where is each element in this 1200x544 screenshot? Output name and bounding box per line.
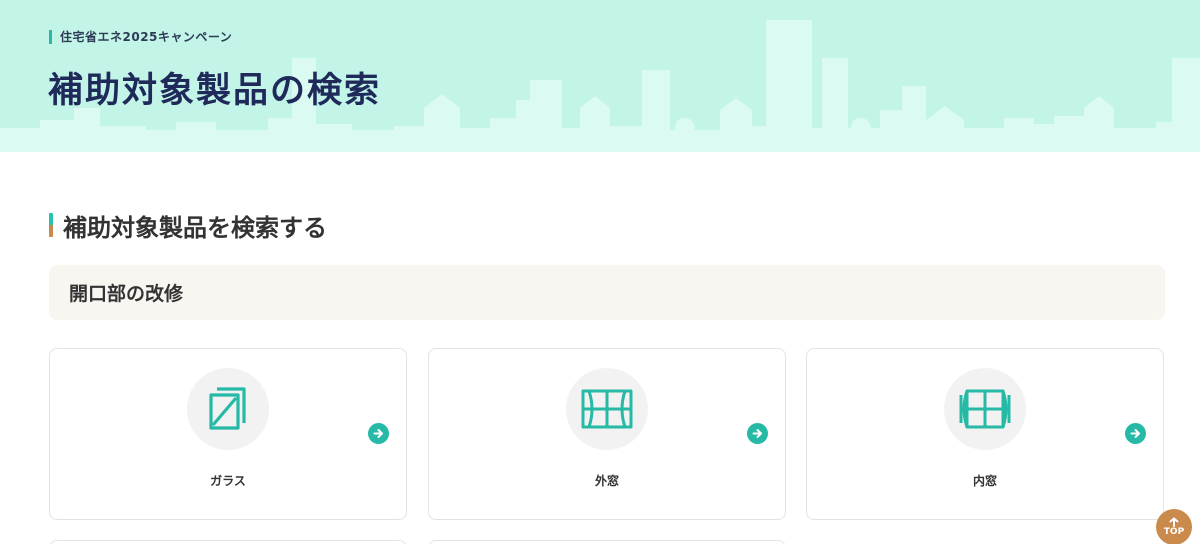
- campaign-name: 住宅省エネ2025キャンペーン: [60, 30, 233, 44]
- product-card-outer-window[interactable]: 外窓: [428, 348, 786, 520]
- inner-window-icon: [959, 389, 1011, 429]
- hero-banner: 住宅省エネ2025キャンペーン 補助対象製品の検索: [0, 0, 1200, 152]
- icon-circle: [944, 368, 1026, 450]
- page-title: 補助対象製品の検索: [48, 71, 382, 111]
- eyebrow-accent-bar: [49, 29, 52, 44]
- product-label: 外窓: [594, 474, 619, 488]
- outer-window-icon: [581, 389, 633, 429]
- campaign-eyebrow: 住宅省エネ2025キャンペーン: [49, 29, 232, 44]
- icon-circle: [566, 368, 648, 450]
- product-label: 内窓: [972, 474, 997, 488]
- category-title: 開口部の改修: [69, 283, 184, 305]
- section-heading-text: 補助対象製品を検索する: [63, 213, 327, 242]
- arrow-right-icon: [1125, 423, 1146, 444]
- arrow-right-icon: [747, 423, 768, 444]
- arrow-right-icon: [368, 423, 389, 444]
- product-card-partial[interactable]: [428, 540, 786, 544]
- product-card-glass[interactable]: ガラス: [49, 348, 407, 520]
- back-to-top-button[interactable]: TOP: [1156, 509, 1192, 544]
- product-card-inner-window[interactable]: 内窓: [806, 348, 1164, 520]
- arrow-up-icon: [1169, 517, 1179, 527]
- product-card-partial[interactable]: [49, 540, 407, 544]
- back-to-top-label: TOP: [1163, 527, 1185, 537]
- glass-icon: [209, 387, 246, 430]
- heading-accent-bar: [49, 213, 53, 237]
- category-header: 開口部の改修: [49, 265, 1165, 320]
- icon-circle: [187, 368, 269, 450]
- product-label: ガラス: [210, 474, 246, 488]
- section-heading: 補助対象製品を検索する: [49, 211, 327, 242]
